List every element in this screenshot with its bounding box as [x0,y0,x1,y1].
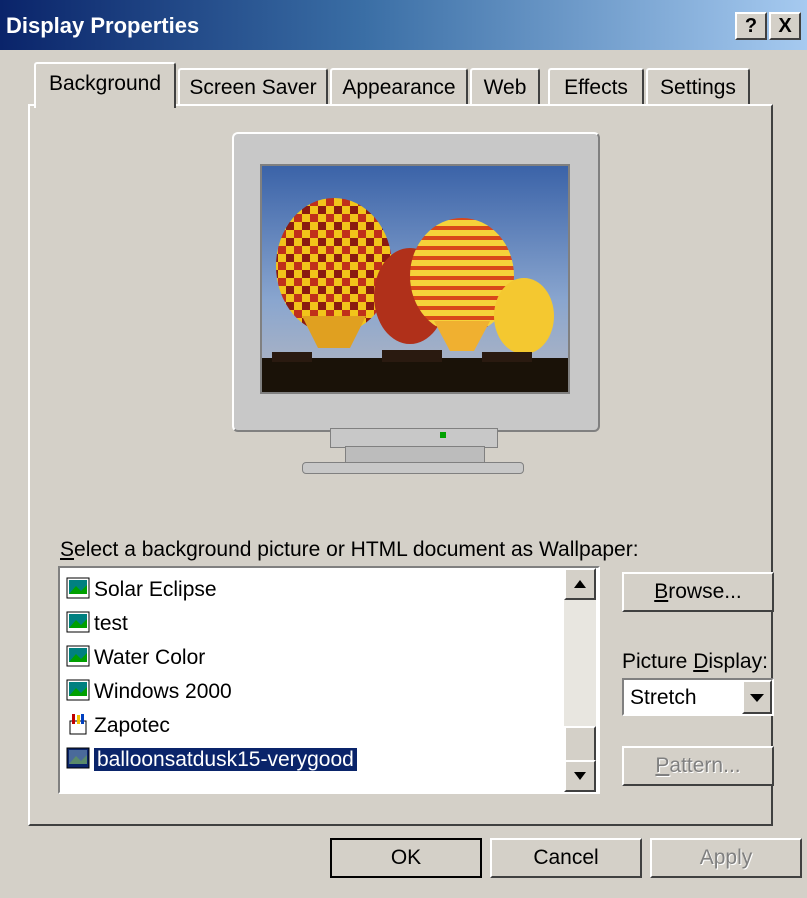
list-item[interactable]: Water Color [66,642,205,674]
paint-icon [66,713,90,735]
wallpaper-list[interactable]: Solar Eclipse test Water Color Windows 2… [58,566,600,794]
wallpaper-preview [260,164,570,394]
list-item[interactable]: Solar Eclipse [66,574,217,606]
wallpaper-list-label: Select a background picture or HTML docu… [60,538,639,561]
picture-display-value: Stretch [630,686,697,709]
apply-button[interactable]: Apply [650,838,802,878]
cancel-button[interactable]: Cancel [490,838,642,878]
tab-web[interactable]: Web [470,68,540,106]
window-title: Display Properties [6,13,200,38]
browse-button[interactable]: Browse... [622,572,774,612]
list-item-selected[interactable]: balloonsatdusk15-verygood [66,744,357,776]
arrow-down-icon [574,772,586,780]
help-button[interactable]: ? [735,12,767,40]
tab-screen-saver[interactable]: Screen Saver [178,68,328,106]
arrow-up-icon [574,580,586,588]
list-scrollbar[interactable] [564,568,596,792]
close-button[interactable]: X [769,12,801,40]
list-item[interactable]: Windows 2000 [66,676,232,708]
image-icon [66,611,90,633]
image-icon [66,747,90,769]
monitor-foot [302,462,524,474]
pattern-button[interactable]: Pattern... [622,746,774,786]
scroll-thumb[interactable] [564,726,596,762]
image-icon [66,679,90,701]
picture-display-label: Picture Display: [622,650,768,673]
tab-effects[interactable]: Effects [548,68,644,106]
list-item[interactable]: Zapotec [66,710,170,742]
scroll-up-button[interactable] [564,568,596,600]
monitor-base [330,428,498,448]
balloons-image [262,166,568,392]
image-icon [66,577,90,599]
tab-background[interactable]: Background [34,62,176,108]
dropdown-button[interactable] [742,680,772,714]
scroll-down-button[interactable] [564,760,596,792]
tab-appearance[interactable]: Appearance [330,68,468,106]
ok-button[interactable]: OK [330,838,482,878]
tab-settings[interactable]: Settings [646,68,750,106]
image-icon [66,645,90,667]
list-item[interactable]: test [66,608,128,640]
power-led [440,432,446,438]
picture-display-select[interactable]: Stretch [622,678,774,716]
chevron-down-icon [750,694,764,702]
